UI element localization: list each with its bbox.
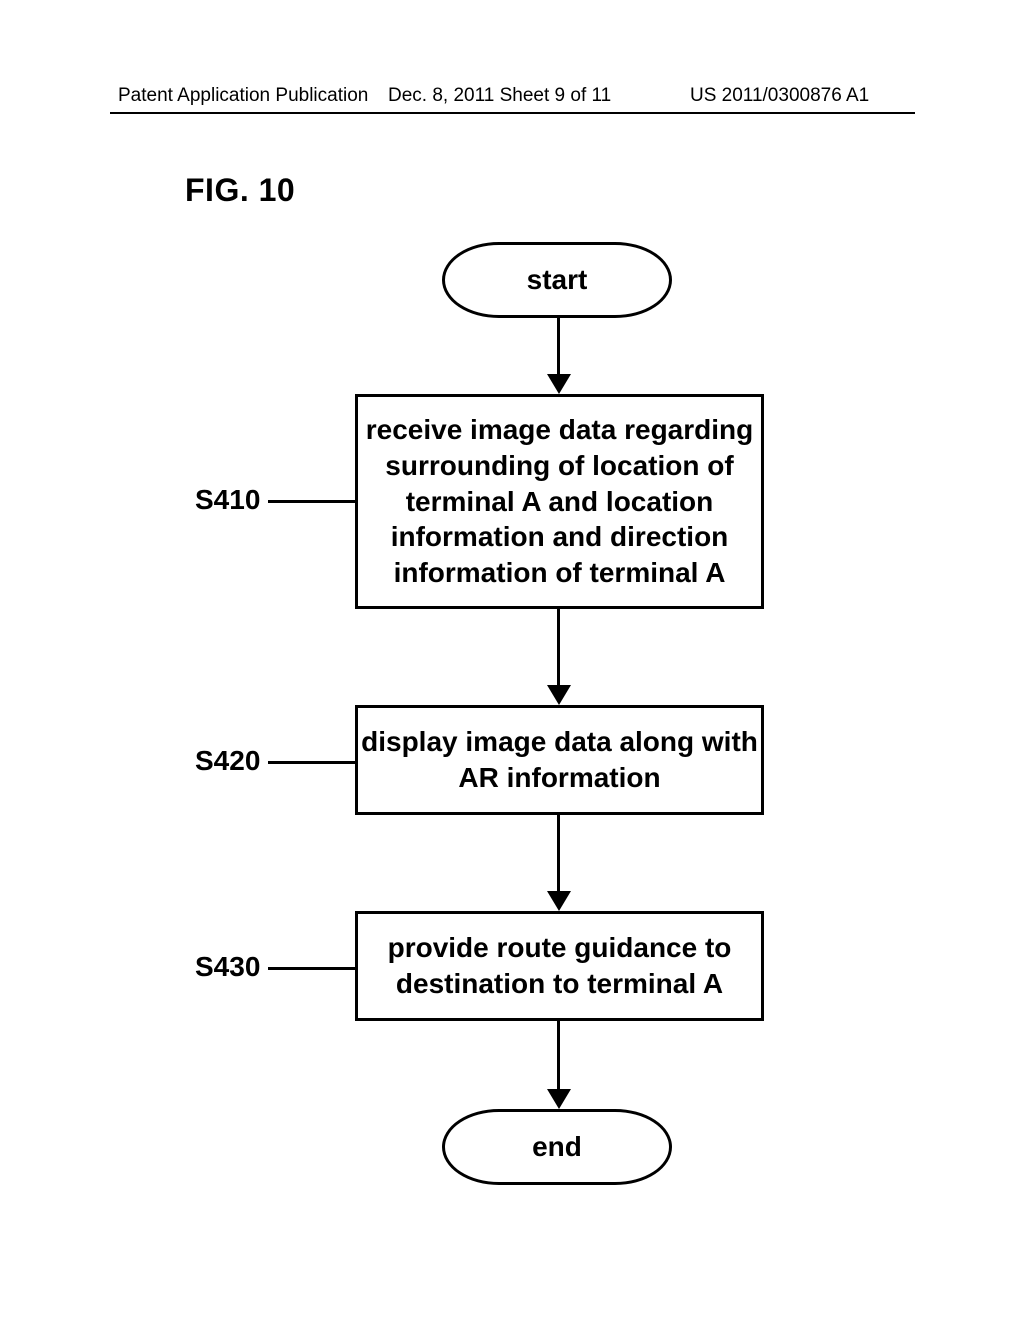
arrow bbox=[557, 318, 560, 376]
step-s420-box: display image data along with AR informa… bbox=[355, 705, 764, 815]
publication-number: US 2011/0300876 A1 bbox=[690, 85, 869, 107]
arrow-head-icon bbox=[547, 374, 571, 394]
step-s430-box: provide route guidance to destination to… bbox=[355, 911, 764, 1021]
arrow bbox=[557, 609, 560, 687]
step-s430-label: S430 bbox=[195, 951, 260, 983]
step-s410-label: S410 bbox=[195, 484, 260, 516]
arrow bbox=[557, 815, 560, 893]
step-s420-connector bbox=[268, 761, 355, 764]
step-s420-label: S420 bbox=[195, 745, 260, 777]
patent-page: Patent Application Publication Dec. 8, 2… bbox=[0, 0, 1024, 1320]
step-s410-box: receive image data regarding surrounding… bbox=[355, 394, 764, 609]
arrow-head-icon bbox=[547, 685, 571, 705]
arrow-head-icon bbox=[547, 891, 571, 911]
terminal-end: end bbox=[442, 1109, 672, 1185]
step-s430-connector bbox=[268, 967, 355, 970]
step-s410-connector bbox=[268, 500, 355, 503]
terminal-start: start bbox=[442, 242, 672, 318]
publication-type: Patent Application Publication bbox=[118, 85, 368, 107]
arrow-head-icon bbox=[547, 1089, 571, 1109]
figure-label: FIG. 10 bbox=[185, 172, 295, 209]
date-and-sheet: Dec. 8, 2011 Sheet 9 of 11 bbox=[388, 85, 611, 107]
header-rule bbox=[110, 112, 915, 114]
page-header: Patent Application Publication Dec. 8, 2… bbox=[0, 85, 1024, 115]
arrow bbox=[557, 1021, 560, 1091]
